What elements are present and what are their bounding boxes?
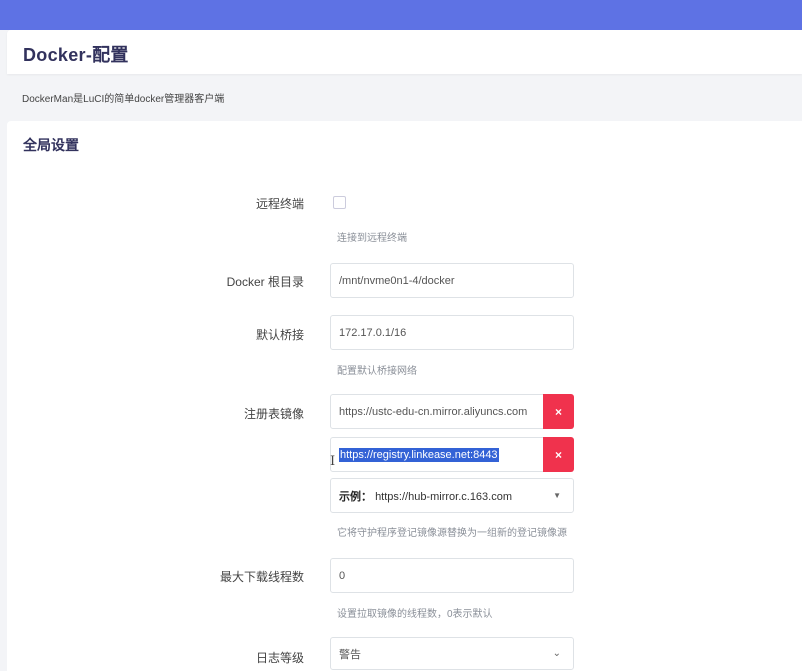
registry-mirror-value: https://ustc-edu-cn.mirror.aliyuncs.com	[339, 405, 528, 418]
registry-mirrors-hint: 它将守护程序登记镜像源替换为一组新的登记镜像源	[337, 528, 567, 539]
remote-terminal-label: 远程终端	[255, 197, 304, 211]
top-bar	[0, 0, 802, 30]
section-title: 全局设置	[23, 137, 79, 153]
text-cursor-icon: I	[330, 454, 336, 469]
docker-root-value: /mnt/nvme0n1-4/docker	[339, 274, 455, 287]
default-bridge-input[interactable]: 172.17.0.1/16	[330, 315, 574, 350]
log-level-value: 警告	[339, 648, 361, 661]
chevron-down-icon: ⌄	[552, 648, 561, 659]
docker-root-input[interactable]: /mnt/nvme0n1-4/docker	[330, 263, 574, 298]
max-download-threads-value: 0	[339, 569, 346, 582]
global-settings-card: 全局设置 远程终端 连接到远程终端 Docker 根目录 /mnt/nvme0n…	[7, 121, 802, 671]
remote-terminal-hint: 连接到远程终端	[337, 233, 407, 244]
registry-mirror-input[interactable]: https://registry.linkease.net:8443	[330, 437, 544, 472]
default-bridge-value: 172.17.0.1/16	[339, 326, 407, 339]
registry-mirror-input[interactable]: https://ustc-edu-cn.mirror.aliyuncs.com	[330, 394, 544, 429]
registry-mirrors-label: 注册表镜像	[243, 407, 304, 421]
registry-mirror-delete-button[interactable]: ×	[543, 437, 574, 472]
log-level-label: 日志等级	[255, 651, 304, 665]
close-icon: ×	[554, 404, 562, 419]
registry-mirror-add-select[interactable]: 示例： https://hub-mirror.c.163.com ▼	[330, 478, 574, 513]
page-description: DockerMan是LuCI的简单docker管理器客户端	[22, 94, 225, 105]
close-icon: ×	[554, 447, 562, 462]
log-level-select[interactable]: 警告 ⌄	[330, 637, 574, 670]
caret-down-icon: ▼	[553, 491, 561, 500]
max-download-threads-input[interactable]: 0	[330, 558, 574, 593]
page-title: Docker-配置	[23, 45, 129, 65]
registry-mirror-value-selected: https://registry.linkease.net:8443	[339, 447, 499, 462]
registry-mirror-delete-button[interactable]: ×	[543, 394, 574, 429]
registry-mirror-placeholder: 示例： https://hub-mirror.c.163.com	[339, 490, 513, 503]
remote-terminal-checkbox[interactable]	[333, 196, 346, 209]
docker-root-label: Docker 根目录	[226, 275, 304, 289]
title-card: Docker-配置	[7, 30, 802, 74]
max-download-threads-hint: 设置拉取镜像的线程数，0表示默认	[337, 609, 493, 620]
max-download-threads-label: 最大下载线程数	[219, 570, 304, 584]
default-bridge-hint: 配置默认桥接网络	[337, 366, 417, 377]
default-bridge-label: 默认桥接	[255, 328, 304, 342]
